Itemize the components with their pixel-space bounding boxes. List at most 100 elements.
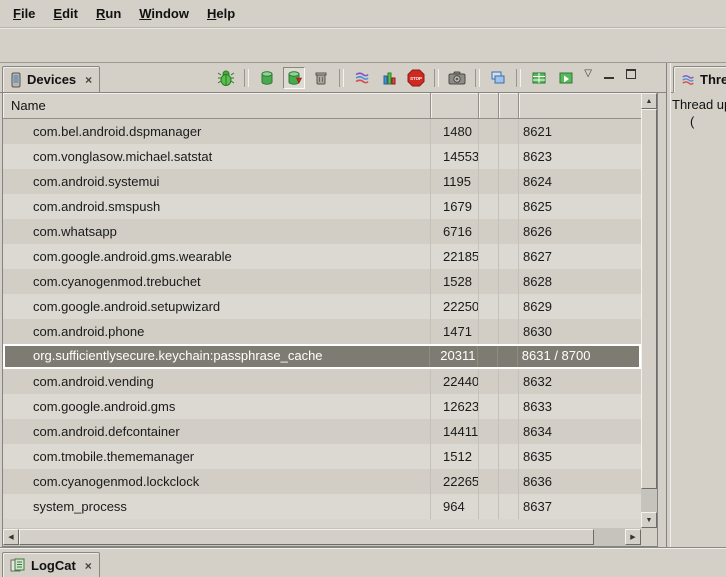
toolbar-separator [244,69,249,87]
scroll-left-icon[interactable]: ◀ [3,529,19,545]
table-row[interactable]: com.android.defcontainer 14411 8634 [3,419,641,444]
close-icon[interactable]: × [85,74,92,86]
threads-message: Thread up ( [672,96,726,130]
cell-col3 [479,419,499,444]
menu-item-file[interactable]: File [4,3,44,24]
cell-port: 8621 [519,119,641,144]
table-row[interactable]: com.android.vending 22440 8632 [3,369,641,394]
cell-name: com.cyanogenmod.lockclock [3,469,431,494]
update-heap-icon[interactable] [256,67,278,89]
threads-message-line1: Thread up [672,96,726,113]
column-header-port[interactable] [519,93,641,118]
view-menu-icon[interactable]: ▽ [584,69,592,79]
cell-col4 [499,294,519,319]
vertical-scroll-thumb[interactable] [641,109,657,489]
menu-item-window[interactable]: Window [130,3,198,24]
cell-port: 8627 [519,244,641,269]
tab-devices[interactable]: Devices × [2,66,100,93]
menu-item-help[interactable]: Help [198,3,244,24]
cell-col3 [479,369,499,394]
cell-pid: 22250 [431,294,479,319]
screen-capture-icon[interactable] [446,67,468,89]
cell-pid: 14553 [431,144,479,169]
cause-gc-icon[interactable] [310,67,332,89]
cell-name: com.bel.android.dspmanager [3,119,431,144]
column-header-name[interactable]: Name [3,93,431,118]
horizontal-scrollbar[interactable]: ◀ ▶ [3,528,641,546]
tab-logcat[interactable]: LogCat × [2,552,100,577]
table-row[interactable]: com.android.systemui 1195 8624 [3,169,641,194]
cell-port: 8632 [519,369,641,394]
cell-name: com.google.android.gms [3,394,431,419]
cell-name: com.vonglasow.michael.satstat [3,144,431,169]
table-row[interactable]: com.android.phone 1471 8630 [3,319,641,344]
table-row[interactable]: com.cyanogenmod.trebuchet 1528 8628 [3,269,641,294]
start-method-profiling-icon[interactable] [378,67,400,89]
cell-port: 8624 [519,169,641,194]
devices-tabbar: Devices × [0,63,666,93]
devices-view: Devices × [0,63,666,547]
cell-pid: 20311 [430,346,478,367]
table-row[interactable]: com.vonglasow.michael.satstat 14553 8623 [3,144,641,169]
cell-pid: 964 [431,494,479,519]
device-table-header: Name [3,93,641,119]
table-row[interactable]: com.google.android.gms 12623 8633 [3,394,641,419]
dump-view-hierarchy-icon[interactable] [487,67,509,89]
cell-pid: 1195 [431,169,479,194]
cell-col3 [479,494,499,519]
capture-systrace-icon[interactable] [528,67,550,89]
cell-col4 [499,194,519,219]
menu-item-run[interactable]: Run [87,3,130,24]
cell-pid: 6716 [431,219,479,244]
stop-process-icon[interactable]: STOP [405,67,427,89]
column-header-4[interactable] [499,93,519,118]
cell-port: 8631 / 8700 [518,346,639,367]
table-row[interactable]: com.android.smspush 1679 8625 [3,194,641,219]
tab-threads-label: Threa [700,72,726,87]
table-row[interactable]: com.google.android.setupwizard 22250 862… [3,294,641,319]
cell-col3 [478,346,498,367]
horizontal-scroll-thumb[interactable] [19,529,594,545]
scroll-up-icon[interactable]: ▲ [641,93,657,109]
cell-name: com.android.defcontainer [3,419,431,444]
minimize-icon[interactable] [604,70,614,79]
toolbar-separator [434,69,439,87]
table-row[interactable]: com.whatsapp 6716 8626 [3,219,641,244]
cell-port: 8629 [519,294,641,319]
debug-icon[interactable] [215,67,237,89]
dump-hprof-icon[interactable] [283,67,305,89]
table-row[interactable]: com.tmobile.thememanager 1512 8635 [3,444,641,469]
start-opengl-trace-icon[interactable] [555,67,577,89]
vertical-scrollbar[interactable]: ▲ ▼ [641,93,657,528]
cell-col4 [499,369,519,394]
table-row[interactable]: com.bel.android.dspmanager 1480 8621 [3,119,641,144]
table-row[interactable]: com.google.android.gms.wearable 22185 86… [3,244,641,269]
cell-name: com.android.vending [3,369,431,394]
cell-col4 [499,169,519,194]
cell-name: system_process [3,494,431,519]
cell-col3 [479,444,499,469]
column-header-3[interactable] [479,93,499,118]
cell-col3 [479,119,499,144]
menu-bar: File Edit Run Window Help [0,0,726,28]
table-row[interactable]: com.cyanogenmod.lockclock 22265 8636 [3,469,641,494]
devices-toolbar: STOP [215,66,577,90]
table-row[interactable]: org.sufficientlysecure.keychain:passphra… [3,344,641,369]
cell-port: 8623 [519,144,641,169]
cell-pid: 12623 [431,394,479,419]
scroll-right-icon[interactable]: ▶ [625,529,641,545]
cell-name: com.google.android.gms.wearable [3,244,431,269]
table-row[interactable]: system_process 964 8637 [3,494,641,519]
threads-icon [681,73,695,87]
cell-name: org.sufficientlysecure.keychain:passphra… [5,346,430,367]
cell-port: 8637 [519,494,641,519]
maximize-icon[interactable] [626,69,636,79]
cell-col3 [479,219,499,244]
tab-logcat-label: LogCat [31,558,76,573]
menu-item-edit[interactable]: Edit [44,3,87,24]
scroll-down-icon[interactable]: ▼ [641,512,657,528]
update-threads-icon[interactable] [351,67,373,89]
close-icon[interactable]: × [85,560,92,572]
tab-threads[interactable]: Threa [673,66,726,93]
column-header-pid[interactable] [431,93,479,118]
